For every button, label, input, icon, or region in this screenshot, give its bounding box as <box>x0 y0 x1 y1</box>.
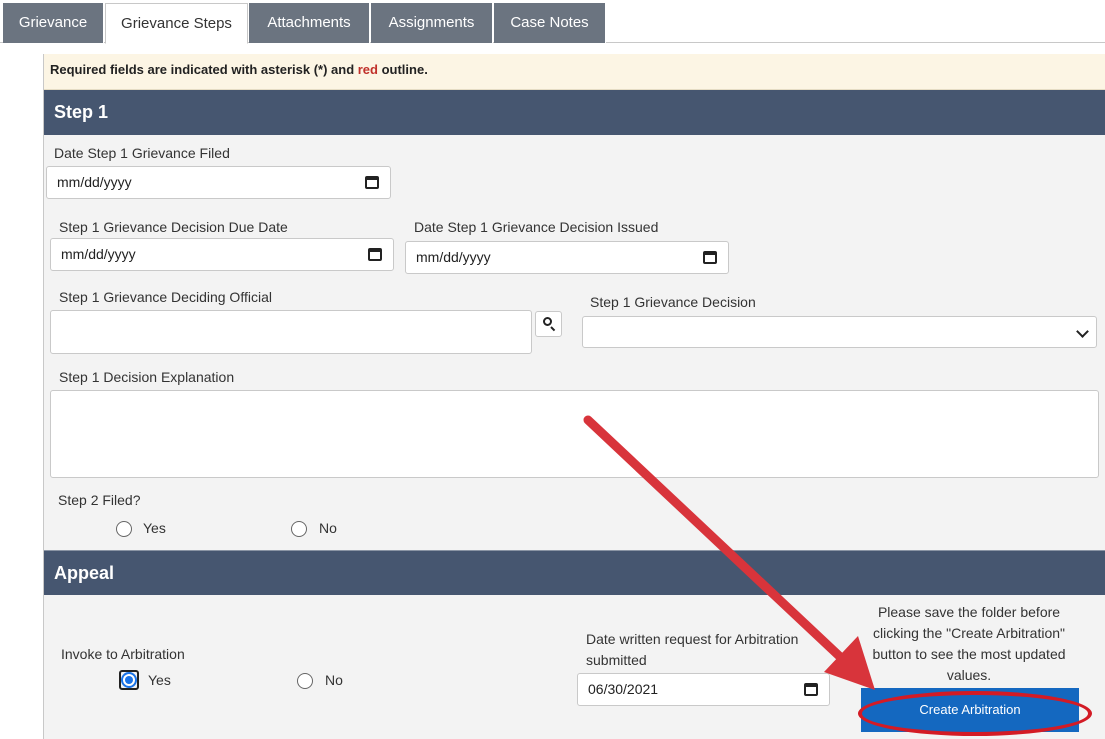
invoke-yes-radio[interactable] <box>121 672 137 688</box>
tab-assignments[interactable]: Assignments <box>371 3 493 43</box>
appeal-header: Appeal <box>44 550 1105 595</box>
explanation-textarea[interactable] <box>50 390 1099 478</box>
request-date-label-line2: submitted <box>586 652 647 668</box>
calendar-icon[interactable] <box>365 176 379 189</box>
invoke-no-radio[interactable] <box>297 673 313 689</box>
grievance-steps-panel: Required fields are indicated with aster… <box>43 54 1105 739</box>
request-date-input[interactable]: 06/30/2021 <box>577 673 830 706</box>
deciding-official-label: Step 1 Grievance Deciding Official <box>59 289 272 305</box>
step2-no-radio[interactable] <box>291 521 307 537</box>
invoke-yes-label[interactable]: Yes <box>148 672 171 688</box>
due-date-label: Step 1 Grievance Decision Due Date <box>59 219 288 235</box>
tab-grievance[interactable]: Grievance <box>3 3 104 43</box>
decision-label: Step 1 Grievance Decision <box>590 294 756 310</box>
tab-case-notes[interactable]: Case Notes <box>494 3 606 43</box>
filed-date-value: mm/dd/yyyy <box>57 174 132 190</box>
save-folder-note: Please save the folder before clicking t… <box>872 604 1066 683</box>
due-date-value: mm/dd/yyyy <box>61 246 136 262</box>
search-icon-handle <box>550 326 556 332</box>
tab-bar: Grievance Grievance Steps Attachments As… <box>0 0 1105 44</box>
decision-select[interactable] <box>582 316 1097 348</box>
calendar-icon[interactable] <box>703 251 717 264</box>
deciding-official-input[interactable] <box>50 310 532 354</box>
chevron-down-icon <box>1076 325 1089 338</box>
calendar-icon[interactable] <box>368 248 382 261</box>
due-date-input[interactable]: mm/dd/yyyy <box>50 238 394 271</box>
issued-date-value: mm/dd/yyyy <box>416 249 491 265</box>
step2-yes-label[interactable]: Yes <box>143 520 166 536</box>
step2-no-label[interactable]: No <box>319 520 337 536</box>
search-icon <box>543 317 552 326</box>
required-fields-notice: Required fields are indicated with aster… <box>44 54 1105 90</box>
request-date-value: 06/30/2021 <box>588 681 659 697</box>
notice-suffix: outline. <box>377 62 428 77</box>
step2-yes-radio[interactable] <box>116 521 132 537</box>
notice-red-word: red <box>357 62 378 77</box>
filed-date-input[interactable]: mm/dd/yyyy <box>46 166 391 199</box>
invoke-no-label[interactable]: No <box>325 672 343 688</box>
explanation-label: Step 1 Decision Explanation <box>59 369 235 385</box>
search-official-button[interactable] <box>535 311 562 337</box>
notice-text: Required fields are indicated with aster… <box>50 62 358 77</box>
invoke-arbitration-label: Invoke to Arbitration <box>61 646 185 662</box>
tab-grievance-steps[interactable]: Grievance Steps <box>105 3 248 44</box>
issued-date-input[interactable]: mm/dd/yyyy <box>405 241 729 274</box>
step1-header: Step 1 <box>44 90 1105 135</box>
calendar-icon[interactable] <box>804 683 818 696</box>
step2-filed-label: Step 2 Filed? <box>58 492 141 508</box>
create-arbitration-button[interactable]: Create Arbitration <box>861 688 1079 732</box>
request-date-label: Date written request for Arbitration <box>586 631 799 647</box>
issued-date-label: Date Step 1 Grievance Decision Issued <box>414 219 659 235</box>
filed-date-label: Date Step 1 Grievance Filed <box>54 145 230 161</box>
tab-attachments[interactable]: Attachments <box>249 3 370 43</box>
